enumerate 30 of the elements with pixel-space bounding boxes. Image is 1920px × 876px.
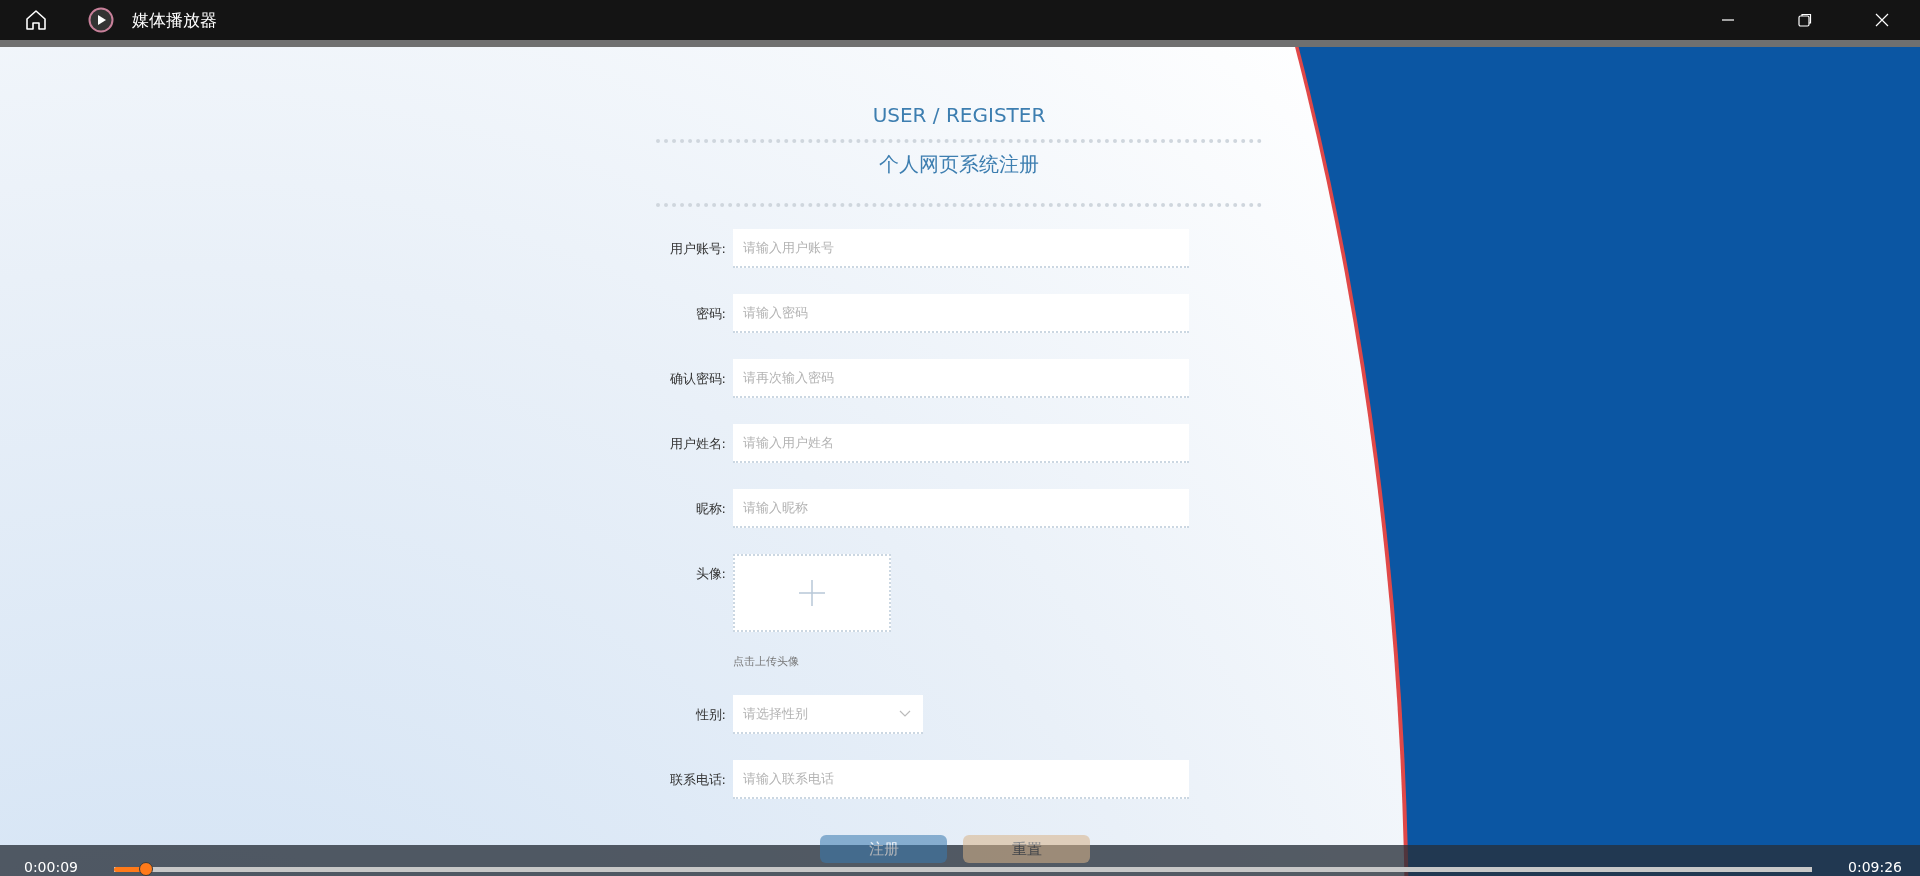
dropdown[interactable]: 请选择性别 <box>733 695 923 734</box>
field-label: 性别: <box>694 706 726 724</box>
input-field[interactable]: 请输入密码 <box>733 294 1189 333</box>
form-heading: USER / REGISTER <box>871 103 1047 129</box>
register-button[interactable]: 注册 <box>820 835 947 863</box>
reset-button[interactable]: 重置 <box>963 835 1090 863</box>
field-label: 头像: <box>694 565 726 583</box>
plus-icon <box>798 579 826 607</box>
field-label: 联系电话: <box>668 771 726 789</box>
seek-handle[interactable] <box>138 862 153 876</box>
elapsed-time: 0:00:09 <box>24 858 78 875</box>
input-field[interactable]: 请输入用户账号 <box>733 229 1189 268</box>
field-label: 用户姓名: <box>668 435 726 453</box>
field-label: 昵称: <box>694 500 726 518</box>
field-label: 用户账号: <box>668 240 726 258</box>
input-field[interactable]: 请输入联系电话 <box>733 760 1189 799</box>
play-icon <box>88 7 114 33</box>
duration-time: 0:09:26 <box>1848 858 1902 875</box>
chevron-down-icon <box>899 709 911 718</box>
input-field[interactable]: 请输入昵称 <box>733 489 1189 528</box>
input-field[interactable]: 请再次输入密码 <box>733 359 1189 398</box>
field-label: 密码: <box>694 305 726 323</box>
home-icon[interactable] <box>24 8 48 32</box>
form-title: 个人网页系统注册 <box>878 151 1040 178</box>
restore-icon[interactable] <box>1797 12 1813 28</box>
upload-hint: 点击上传头像 <box>733 654 800 669</box>
close-icon[interactable] <box>1874 12 1890 28</box>
field-label: 确认密码: <box>668 370 726 388</box>
window-title: 媒体播放器 <box>132 8 217 32</box>
input-field[interactable]: 请输入用户姓名 <box>733 424 1189 463</box>
